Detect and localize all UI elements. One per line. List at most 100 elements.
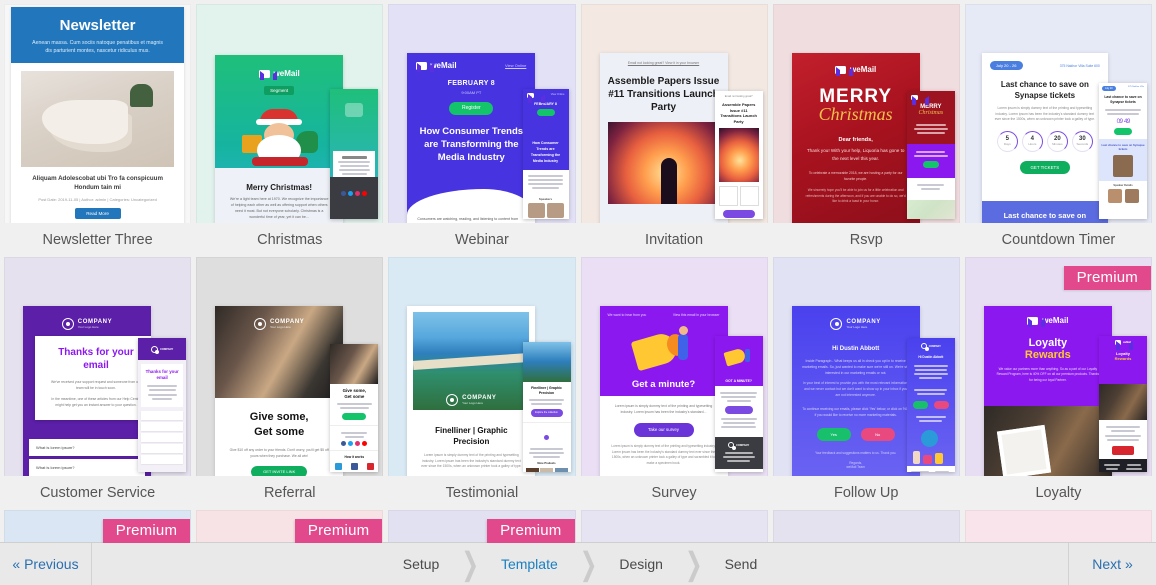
- template-thumbnail[interactable]: Premium: [4, 510, 192, 543]
- step-design[interactable]: Design: [597, 556, 685, 572]
- preview-heading: Last chance to save on Synapse tickets: [1000, 80, 1089, 100]
- template-card-rsvp[interactable]: weMail MERRY Christmas Dear friends, Tha…: [772, 4, 960, 257]
- email-preview-mobile: GOT A MINUTE? COMPANY: [714, 336, 763, 472]
- template-name: Countdown Timer: [964, 223, 1152, 257]
- template-thumbnail[interactable]: Premium: [196, 510, 384, 543]
- template-card-webinar[interactable]: weMail View Online FEBRUARY 8 9:00AM PT …: [388, 4, 576, 257]
- preview-button: Read More: [74, 208, 121, 219]
- premium-badge: Premium: [102, 519, 191, 543]
- template-thumbnail[interactable]: [580, 510, 768, 543]
- template-thumbnail[interactable]: [772, 510, 960, 543]
- template-card-row3-2[interactable]: Premium: [196, 510, 384, 543]
- preview-body-2: In your best of interest to provide you …: [802, 381, 909, 397]
- preview-link: 375 Nakhor Villa Suite 600: [1059, 63, 1100, 68]
- premium-badge: Premium: [294, 519, 383, 543]
- preview-heading-2: Get some: [254, 426, 305, 438]
- preview-button: GET INVITE LINK: [251, 466, 308, 476]
- template-thumbnail[interactable]: July 20 - 26 375 Nakhor Villa Suite 600 …: [964, 4, 1152, 223]
- preview-mob-heading: GOT A MINUTE?: [725, 379, 752, 383]
- email-preview-desktop: weMail View Online FEBRUARY 8 9:00AM PT …: [407, 53, 536, 223]
- email-preview-mobile: COMPANY Thanks for your email: [138, 338, 187, 472]
- preview-preheader: Email not looking great? View it in your…: [627, 61, 700, 65]
- email-preview-desktop: July 20 - 26 375 Nakhor Villa Suite 600 …: [981, 53, 1108, 223]
- preview-brand-sub: Your Logo Here: [269, 325, 291, 329]
- preview-body-3: To continue receiving our emails, please…: [802, 407, 909, 417]
- preview-footer-heading: Last chance to save on: [981, 201, 1108, 223]
- email-preview-mobile: Give some, Get some How it works: [330, 344, 379, 472]
- template-thumbnail[interactable]: We want to hear from you View this email…: [580, 257, 768, 476]
- template-thumbnail[interactable]: Premium weMail Loyalty Rewards We value …: [964, 257, 1152, 476]
- preview-body-1: We've received your support request and …: [50, 380, 142, 390]
- preview-heading: Assemble Papers Issue #11 Transitions La…: [607, 76, 720, 113]
- template-thumbnail[interactable]: weMail Segment Merry Christmas! We're a …: [196, 4, 384, 223]
- countdown-label: Minutes: [1052, 142, 1063, 147]
- santa-illustration: [242, 109, 319, 167]
- template-name: Webinar: [388, 223, 576, 257]
- template-card-row3-3[interactable]: Premium: [388, 510, 576, 543]
- template-thumbnail[interactable]: Email not looking great? View it in your…: [580, 4, 768, 223]
- template-card-referral[interactable]: COMPANY Your Logo Here Give some, Get so…: [196, 257, 384, 510]
- step-send[interactable]: Send: [703, 556, 780, 572]
- envelope-icon: [258, 69, 277, 80]
- template-card-invitation[interactable]: Email not looking great? View it in your…: [580, 4, 768, 257]
- preview-mob-button: Explore the collection: [530, 408, 563, 417]
- preview-heading-1: Give some,: [249, 411, 309, 423]
- preview-body: Lorem ipsum is simply dummy text of the …: [994, 106, 1095, 122]
- preview-footer-note: Your feedback and suggestions matters to…: [815, 451, 897, 455]
- template-thumbnail[interactable]: [964, 510, 1152, 543]
- preview-link: View Online: [505, 63, 527, 68]
- envelope-icon: [1027, 316, 1046, 327]
- envelope-icon: [910, 95, 929, 105]
- preview-brand: weMail: [850, 65, 877, 74]
- template-thumbnail[interactable]: Newsletter Aenean massa. Cum sociis nato…: [4, 4, 192, 223]
- template-card-loyalty[interactable]: Premium weMail Loyalty Rewards We value …: [964, 257, 1152, 510]
- preview-faq-1: What is lorem ipsum?: [29, 439, 145, 456]
- premium-badge: Premium: [487, 519, 575, 543]
- email-preview-desktop: weMail Segment Merry Christmas! We're a …: [215, 55, 344, 223]
- template-card-countdown-timer[interactable]: July 20 - 26 375 Nakhor Villa Suite 600 …: [964, 4, 1152, 257]
- wizard-steps: Setup ❯ Template ❯ Design ❯ Send: [92, 543, 1068, 585]
- chevron-right-icon: ❯: [461, 546, 479, 582]
- preview-body-3: We sincerely hope you'll be able to join…: [805, 188, 906, 203]
- template-card-christmas[interactable]: weMail Segment Merry Christmas! We're a …: [196, 4, 384, 257]
- template-name: Survey: [580, 476, 768, 510]
- template-card-customer-service[interactable]: COMPANY Your Logo Here Thanks for your e…: [4, 257, 192, 510]
- template-thumbnail[interactable]: weMail View Online FEBRUARY 8 9:00AM PT …: [388, 4, 576, 223]
- template-card-row3-6[interactable]: [964, 510, 1152, 543]
- envelope-icon: [835, 65, 854, 76]
- preview-card: Thanks for your email We've received you…: [35, 336, 151, 420]
- template-thumbnail[interactable]: COMPANY Your Logo Here Thanks for your e…: [4, 257, 192, 476]
- template-name: Follow Up: [772, 476, 960, 510]
- template-thumbnail[interactable]: COMPANY Your Logo Here Hi Dustin Abbott …: [772, 257, 960, 476]
- template-card-row3-4[interactable]: [580, 510, 768, 543]
- chevron-right-icon: ❯: [579, 546, 598, 582]
- preview-title-2: Christmas: [818, 104, 893, 124]
- template-thumbnail[interactable]: weMail MERRY Christmas Dear friends, Tha…: [772, 4, 960, 223]
- template-card-row3-5[interactable]: [772, 510, 960, 543]
- template-thumbnail[interactable]: COMPANY Your Logo Here Give some, Get so…: [196, 257, 384, 476]
- preview-photo: [983, 406, 1112, 476]
- email-preview-mobile: Finelliner | Graphic Precision Explore t…: [522, 342, 571, 472]
- template-card-follow-up[interactable]: COMPANY Your Logo Here Hi Dustin Abbott …: [772, 257, 960, 510]
- countdown-label: Seconds: [1076, 142, 1089, 147]
- preview-preheader-left: We want to hear from you: [607, 313, 647, 317]
- next-button[interactable]: Next »: [1068, 543, 1156, 585]
- template-card-survey[interactable]: We want to hear from you View this email…: [580, 257, 768, 510]
- step-setup[interactable]: Setup: [381, 556, 462, 572]
- template-card-newsletter-three[interactable]: Newsletter Aenean massa. Cum sociis nato…: [4, 4, 192, 257]
- preview-body-2: To celebrate a memorable 2018, we are ho…: [808, 171, 903, 181]
- template-card-row3-1[interactable]: Premium: [4, 510, 192, 543]
- template-thumbnail[interactable]: Premium: [388, 510, 576, 543]
- step-template[interactable]: Template: [479, 556, 580, 572]
- template-thumbnail[interactable]: COMPANY Your Logo Here Finelliner | Grap…: [388, 257, 576, 476]
- previous-button[interactable]: « Previous: [0, 543, 92, 585]
- preview-heading: Thanks for your email: [58, 347, 134, 371]
- preview-photo: [607, 122, 720, 204]
- location-pin-icon: [151, 345, 160, 354]
- envelope-icon: [1115, 340, 1134, 349]
- template-card-testimonial[interactable]: COMPANY Your Logo Here Finelliner | Grap…: [388, 257, 576, 510]
- email-preview-mobile: Email not looking great? Assemble Papers…: [714, 91, 763, 219]
- preview-photo: COMPANY Your Logo Here: [413, 312, 530, 410]
- preview-heading-2: Rewards: [1024, 349, 1071, 361]
- countdown-label: Hours: [1028, 142, 1037, 147]
